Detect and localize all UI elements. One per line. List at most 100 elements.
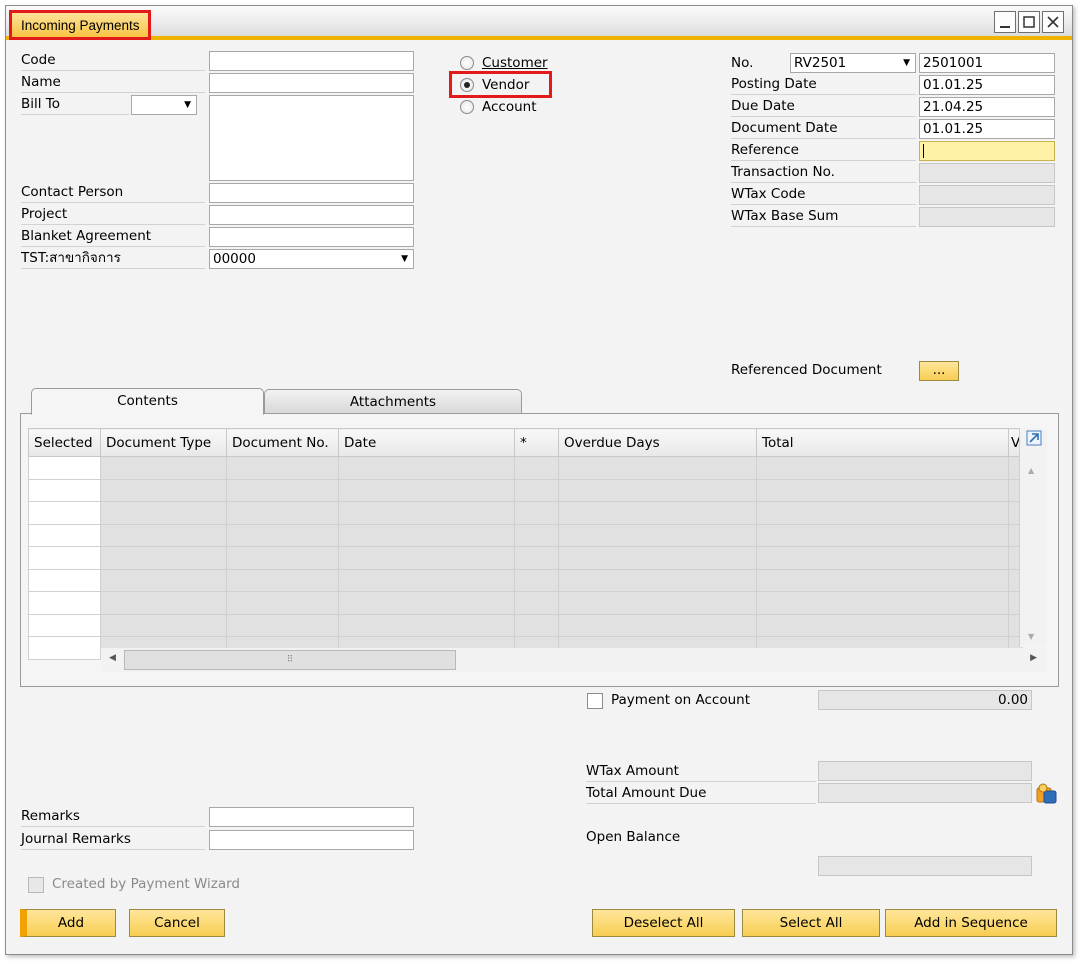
- table-row[interactable]: [28, 456, 1023, 480]
- table-cell[interactable]: [514, 568, 559, 592]
- table-cell[interactable]: [514, 546, 559, 570]
- table-cell[interactable]: [100, 456, 227, 480]
- table-cell[interactable]: [100, 568, 227, 592]
- table-cell[interactable]: [338, 501, 515, 525]
- title-bar[interactable]: Incoming Payments: [6, 6, 1072, 40]
- table-cell[interactable]: [100, 591, 227, 615]
- horizontal-scrollbar[interactable]: ◀ ⠿ ▶: [101, 648, 1047, 672]
- close-icon[interactable]: [1042, 11, 1064, 33]
- scroll-up-icon[interactable]: ▲: [1028, 466, 1034, 475]
- table-cell[interactable]: [100, 501, 227, 525]
- table-cell[interactable]: [756, 613, 1009, 637]
- scroll-down-icon[interactable]: ▼: [1028, 632, 1034, 641]
- doc-number-field[interactable]: 2501001: [919, 53, 1055, 73]
- col-star[interactable]: *: [514, 428, 559, 457]
- table-cell[interactable]: [756, 456, 1009, 480]
- col-total[interactable]: Total: [756, 428, 1009, 457]
- table-cell[interactable]: [226, 501, 339, 525]
- payment-on-account-checkbox[interactable]: [587, 693, 603, 709]
- table-cell[interactable]: [756, 591, 1009, 615]
- table-cell[interactable]: [100, 478, 227, 502]
- bill-to-address[interactable]: [209, 95, 414, 181]
- add-in-sequence-button[interactable]: Add in Sequence: [885, 909, 1057, 937]
- table-cell[interactable]: [558, 613, 757, 637]
- table-cell[interactable]: [28, 568, 101, 592]
- table-row[interactable]: [28, 591, 1023, 615]
- radio-customer[interactable]: Customer: [460, 52, 548, 73]
- table-cell[interactable]: [756, 568, 1009, 592]
- table-cell[interactable]: [226, 613, 339, 637]
- name-field[interactable]: [209, 73, 414, 93]
- table-cell[interactable]: [558, 523, 757, 547]
- table-cell[interactable]: [514, 501, 559, 525]
- table-cell[interactable]: [514, 591, 559, 615]
- table-cell[interactable]: [226, 591, 339, 615]
- table-cell[interactable]: [338, 568, 515, 592]
- table-cell[interactable]: [338, 523, 515, 547]
- blanket-agreement-field[interactable]: [209, 227, 414, 247]
- col-document-type[interactable]: Document Type: [100, 428, 227, 457]
- project-field[interactable]: [209, 205, 414, 225]
- table-row[interactable]: [28, 501, 1023, 525]
- table-cell[interactable]: [226, 523, 339, 547]
- table-cell[interactable]: [28, 546, 101, 570]
- table-row[interactable]: [28, 478, 1023, 502]
- table-cell[interactable]: [558, 591, 757, 615]
- contact-person-field[interactable]: [209, 183, 414, 203]
- table-cell[interactable]: [514, 523, 559, 547]
- posting-date-field[interactable]: 01.01.25: [919, 75, 1055, 95]
- col-overdue-days[interactable]: Overdue Days: [558, 428, 757, 457]
- radio-account[interactable]: Account: [460, 96, 537, 117]
- tab-attachments[interactable]: Attachments: [264, 389, 522, 415]
- table-cell[interactable]: [338, 478, 515, 502]
- referenced-document-button[interactable]: ...: [919, 361, 959, 381]
- table-cell[interactable]: [28, 591, 101, 615]
- table-cell[interactable]: [558, 568, 757, 592]
- cancel-button[interactable]: Cancel: [129, 909, 225, 937]
- table-cell[interactable]: [338, 591, 515, 615]
- table-cell[interactable]: [226, 568, 339, 592]
- table-cell[interactable]: [28, 501, 101, 525]
- scroll-thumb[interactable]: ⠿: [124, 650, 456, 670]
- reference-field[interactable]: [919, 141, 1055, 161]
- table-cell[interactable]: [226, 456, 339, 480]
- col-date[interactable]: Date: [338, 428, 515, 457]
- remarks-field[interactable]: [209, 807, 414, 827]
- journal-remarks-field[interactable]: [209, 830, 414, 850]
- minimize-icon[interactable]: [994, 11, 1016, 33]
- table-cell[interactable]: [558, 478, 757, 502]
- table-cell[interactable]: [28, 636, 101, 660]
- select-all-button[interactable]: Select All: [742, 909, 880, 937]
- bill-to-select[interactable]: ▼: [131, 95, 197, 115]
- table-row[interactable]: [28, 568, 1023, 592]
- table-cell[interactable]: [338, 456, 515, 480]
- table-cell[interactable]: [514, 613, 559, 637]
- table-cell[interactable]: [756, 501, 1009, 525]
- table-cell[interactable]: [28, 523, 101, 547]
- maximize-icon[interactable]: [1018, 11, 1040, 33]
- col-document-no[interactable]: Document No.: [226, 428, 339, 457]
- table-cell[interactable]: [100, 546, 227, 570]
- table-cell[interactable]: [558, 456, 757, 480]
- branch-select[interactable]: 00000 ▼: [209, 249, 414, 269]
- table-cell[interactable]: [514, 456, 559, 480]
- table-cell[interactable]: [756, 523, 1009, 547]
- add-button[interactable]: Add: [20, 909, 116, 937]
- table-cell[interactable]: [100, 613, 227, 637]
- table-cell[interactable]: [756, 546, 1009, 570]
- table-cell[interactable]: [28, 478, 101, 502]
- table-cell[interactable]: [756, 478, 1009, 502]
- table-cell[interactable]: [28, 613, 101, 637]
- table-cell[interactable]: [338, 613, 515, 637]
- table-row[interactable]: [28, 546, 1023, 570]
- table-cell[interactable]: [338, 546, 515, 570]
- table-cell[interactable]: [226, 546, 339, 570]
- tab-contents[interactable]: Contents: [31, 388, 264, 415]
- table-cell[interactable]: [558, 501, 757, 525]
- table-cell[interactable]: [226, 478, 339, 502]
- table-cell[interactable]: [514, 478, 559, 502]
- col-selected[interactable]: Selected: [28, 428, 101, 457]
- vertical-scrollbar[interactable]: ▲ ▼: [1019, 428, 1047, 647]
- series-select[interactable]: RV2501 ▼: [790, 53, 916, 73]
- table-row[interactable]: [28, 613, 1023, 637]
